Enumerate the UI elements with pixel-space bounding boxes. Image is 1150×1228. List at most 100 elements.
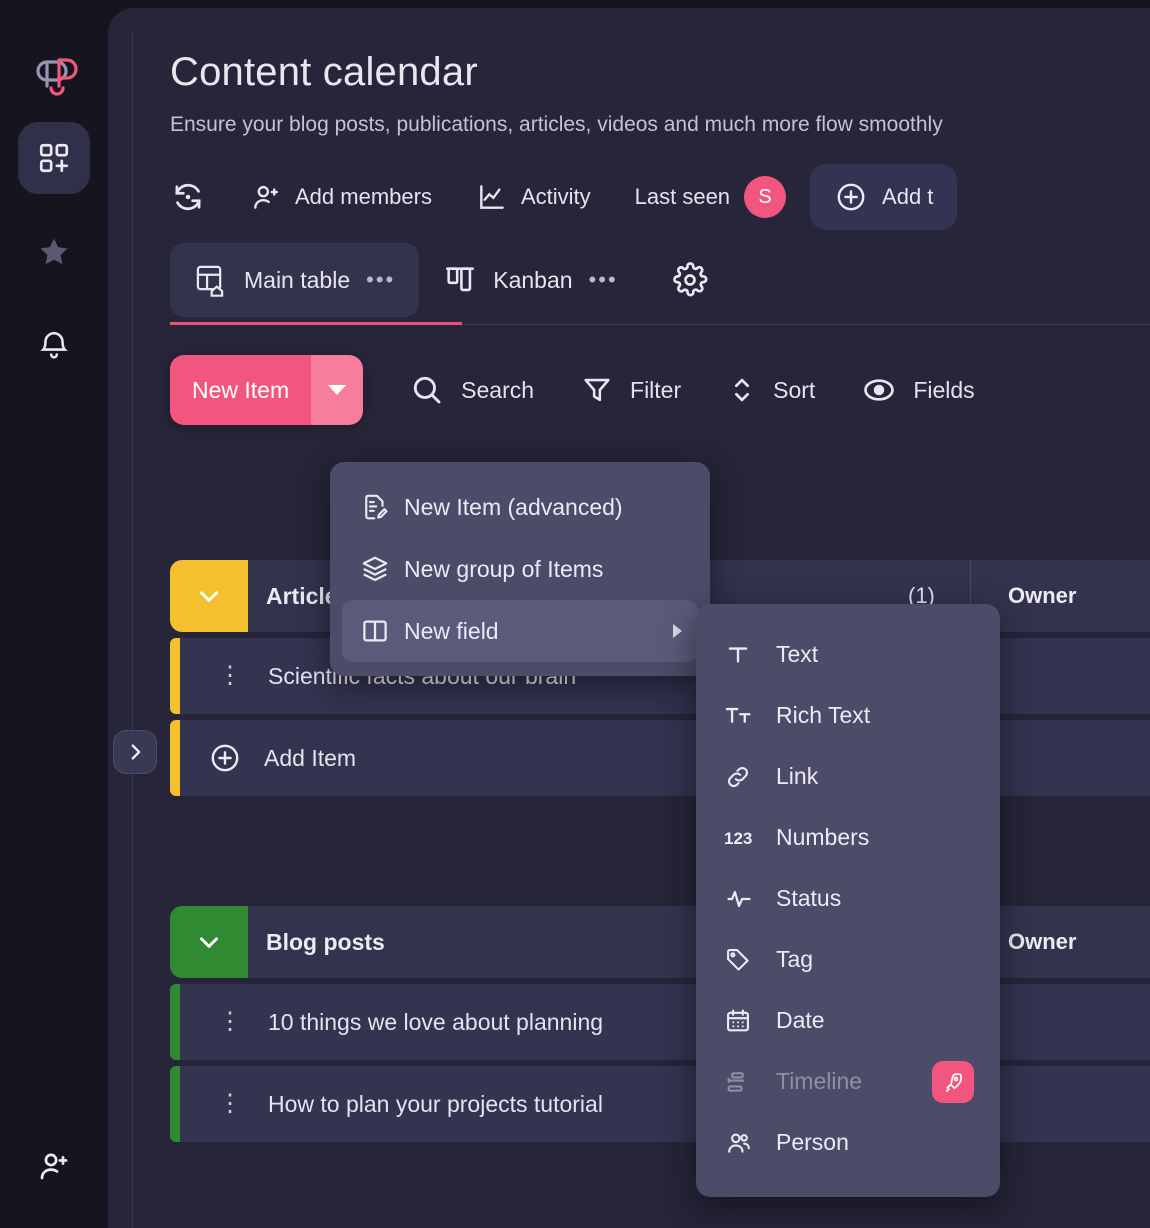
page-subtitle: Ensure your blog posts, publications, ar… xyxy=(170,113,943,136)
add-item-body[interactable]: Add Item xyxy=(180,720,1150,796)
tab-kanban-label: Kanban xyxy=(493,266,573,293)
tag-icon xyxy=(724,946,776,974)
active-tab-underline xyxy=(170,322,462,325)
add-to-button[interactable]: Add t xyxy=(810,164,958,230)
calendar-icon xyxy=(724,1007,776,1035)
activity-button[interactable]: Activity xyxy=(476,181,591,213)
activity-chart-icon xyxy=(476,181,508,213)
rich-text-icon xyxy=(724,702,776,730)
refresh-history-icon xyxy=(170,179,206,215)
chevron-down-icon xyxy=(200,937,218,948)
left-sidebar xyxy=(0,0,108,1228)
submenu-item-text[interactable]: Text xyxy=(706,624,990,685)
plus-circle-icon xyxy=(834,180,868,214)
menu-item-new-field[interactable]: New field xyxy=(342,600,698,662)
link-icon xyxy=(724,763,776,791)
submenu-item-label: Text xyxy=(776,641,819,667)
sidebar-item-invite[interactable] xyxy=(18,1130,90,1202)
columns-icon xyxy=(360,616,404,646)
fields-button[interactable]: Fields xyxy=(861,372,975,408)
tab-main-table[interactable]: Main table ••• xyxy=(170,243,420,317)
gear-icon xyxy=(672,262,708,298)
submenu-item-label: Person xyxy=(776,1129,849,1155)
submenu-item-date[interactable]: Date xyxy=(706,990,990,1051)
column-header-owner: Owner xyxy=(1008,583,1077,608)
row-menu-icon[interactable]: ⋮ xyxy=(218,1092,242,1116)
eye-icon xyxy=(861,372,897,408)
chevron-down-icon xyxy=(328,385,347,395)
submenu-item-label: Date xyxy=(776,1007,825,1033)
sidebar-item-favorites[interactable] xyxy=(18,216,90,288)
kanban-icon xyxy=(443,263,477,297)
submenu-item-link[interactable]: Link xyxy=(706,746,990,807)
row-color-bar xyxy=(170,720,180,796)
menu-item-label: New group of Items xyxy=(404,555,604,582)
sidebar-item-boards[interactable] xyxy=(18,122,90,194)
submenu-item-timeline[interactable]: Timeline xyxy=(706,1051,990,1112)
fields-label: Fields xyxy=(913,376,975,403)
submenu-item-numbers[interactable]: 123 Numbers xyxy=(706,807,990,868)
filter-label: Filter xyxy=(630,376,682,403)
group-header-row[interactable]: Blog posts Owner xyxy=(170,906,1150,978)
new-item-button[interactable]: New Item xyxy=(170,355,312,425)
chevron-down-icon xyxy=(200,591,218,602)
activity-label: Activity xyxy=(520,184,591,209)
add-person-icon xyxy=(36,1148,72,1184)
table-row[interactable]: ⋮ How to plan your projects tutorial xyxy=(170,1066,1150,1142)
new-item-dropdown-menu: New Item (advanced) New group of Items N… xyxy=(330,462,710,676)
page-content: Content calendar Ensure your blog posts,… xyxy=(170,8,1150,425)
submenu-item-rich-text[interactable]: Rich Text xyxy=(706,685,990,746)
search-button[interactable]: Search xyxy=(409,372,534,408)
chevron-right-icon xyxy=(131,744,141,760)
group-collapse-toggle[interactable] xyxy=(170,560,248,632)
tabs-rule xyxy=(462,324,1150,325)
view-settings-button[interactable] xyxy=(672,262,708,298)
row-menu-icon[interactable]: ⋮ xyxy=(218,1010,242,1034)
row-title: 10 things we love about planning xyxy=(268,1008,604,1035)
submenu-item-status[interactable]: Status xyxy=(706,868,990,929)
tab-main-table-more[interactable]: ••• xyxy=(366,267,395,293)
add-person-icon xyxy=(250,181,282,213)
svg-text:123: 123 xyxy=(724,829,752,848)
row-title: How to plan your projects tutorial xyxy=(268,1090,603,1117)
add-item-row[interactable]: Add Item xyxy=(170,720,1150,796)
sidebar-expand-button[interactable] xyxy=(113,730,157,774)
numbers-icon: 123 xyxy=(724,826,776,850)
plus-circle-icon xyxy=(208,741,242,775)
group-collapse-toggle[interactable] xyxy=(170,906,248,978)
menu-item-label: New field xyxy=(404,617,499,644)
avatar[interactable]: S xyxy=(744,176,787,218)
sort-label: Sort xyxy=(773,376,816,403)
app-logo[interactable] xyxy=(27,46,81,100)
refresh-history-button[interactable] xyxy=(170,179,206,215)
timeline-icon xyxy=(724,1068,776,1096)
board-toolbar: Add members Activity Last seen S Add t xyxy=(170,163,1150,231)
menu-item-new-item-advanced[interactable]: New Item (advanced) xyxy=(342,476,698,538)
row-color-bar xyxy=(170,638,180,714)
submenu-item-label: Status xyxy=(776,885,842,911)
menu-item-new-group-of-items[interactable]: New group of Items xyxy=(342,538,698,600)
search-icon xyxy=(409,372,445,408)
sidebar-item-notifications[interactable] xyxy=(18,310,90,382)
row-menu-icon[interactable]: ⋮ xyxy=(218,664,242,688)
tab-kanban[interactable]: Kanban ••• xyxy=(419,243,641,317)
submenu-item-label: Numbers xyxy=(776,824,870,850)
filter-button[interactable]: Filter xyxy=(580,373,681,407)
add-members-label: Add members xyxy=(295,184,432,209)
tab-kanban-more[interactable]: ••• xyxy=(589,267,618,293)
new-item-split-button[interactable]: New Item xyxy=(170,355,364,425)
star-icon xyxy=(37,235,71,269)
submenu-item-person[interactable]: Person xyxy=(706,1112,990,1173)
view-tabs: Main table ••• Kanban ••• xyxy=(170,243,1150,325)
new-item-dropdown-toggle[interactable] xyxy=(311,355,364,425)
submenu-item-tag[interactable]: Tag xyxy=(706,929,990,990)
table-row[interactable]: ⋮ 10 things we love about planning xyxy=(170,984,1150,1060)
column-header-owner: Owner xyxy=(1008,929,1077,954)
page-title: Content calendar xyxy=(170,50,478,94)
new-field-submenu: Text Rich Text Link 123 Numbers Status T… xyxy=(696,604,1000,1197)
add-members-button[interactable]: Add members xyxy=(250,181,432,213)
table-row-body: ⋮ 10 things we love about planning xyxy=(180,984,1150,1060)
sort-icon xyxy=(727,373,757,407)
sort-button[interactable]: Sort xyxy=(727,373,815,407)
